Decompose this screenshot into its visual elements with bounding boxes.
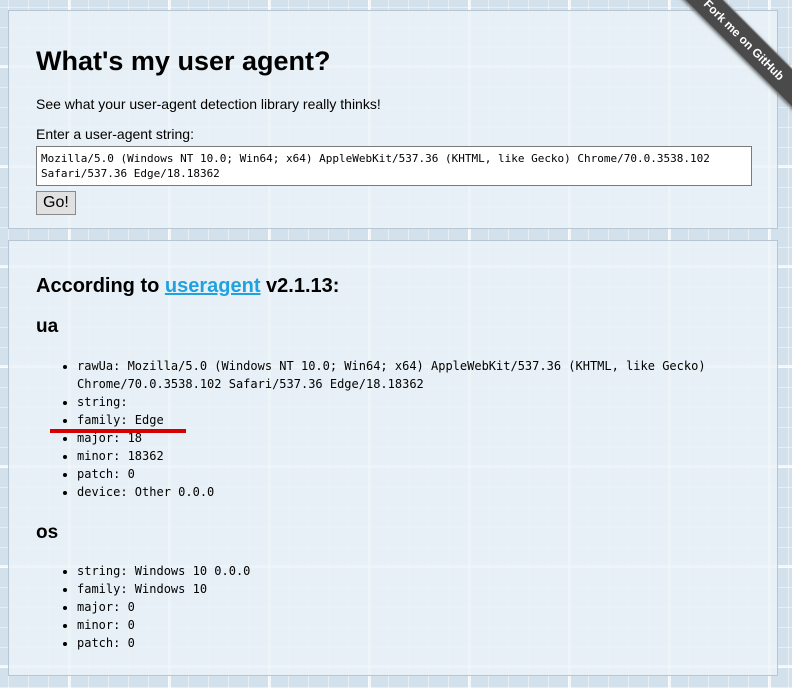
fork-on-github-ribbon[interactable]: Fork me on GitHub — [670, 0, 792, 114]
os-heading: os — [36, 522, 59, 543]
list-item: family: Edge — [77, 411, 777, 429]
list-item: string: Windows 10 0.0.0 — [77, 562, 777, 580]
list-item: major: 0 — [77, 598, 777, 616]
list-item: family: Windows 10 — [77, 580, 777, 598]
tagline: See what your user-agent detection libra… — [36, 96, 381, 112]
github-ribbon-container: Fork me on GitHub — [662, 0, 792, 130]
results-heading: According to useragent v2.1.13: — [36, 274, 339, 298]
results-panel: According to useragent v2.1.13: ua rawUa… — [8, 240, 778, 676]
list-item: patch: 0 — [77, 465, 777, 483]
results-heading-version: v2.1.13: — [260, 275, 340, 297]
red-underline-annotation — [50, 429, 186, 433]
page-title: What's my user agent? — [36, 46, 331, 76]
list-item: rawUa: Mozilla/5.0 (Windows NT 10.0; Win… — [77, 357, 777, 393]
list-item: minor: 0 — [77, 616, 777, 634]
user-agent-input[interactable]: Mozilla/5.0 (Windows NT 10.0; Win64; x64… — [36, 146, 752, 186]
go-button[interactable]: Go! — [36, 191, 76, 215]
list-item: minor: 18362 — [77, 447, 777, 465]
results-heading-prefix: According to — [36, 275, 165, 297]
ua-heading: ua — [36, 316, 59, 337]
list-item: device: Other 0.0.0 — [77, 483, 777, 501]
os-property-list: string: Windows 10 0.0.0 family: Windows… — [57, 562, 777, 652]
useragent-library-link[interactable]: useragent — [165, 275, 261, 297]
list-item: patch: 0 — [77, 634, 777, 652]
user-agent-input-label: Enter a user-agent string: — [36, 126, 194, 142]
list-item: string: — [77, 393, 777, 411]
